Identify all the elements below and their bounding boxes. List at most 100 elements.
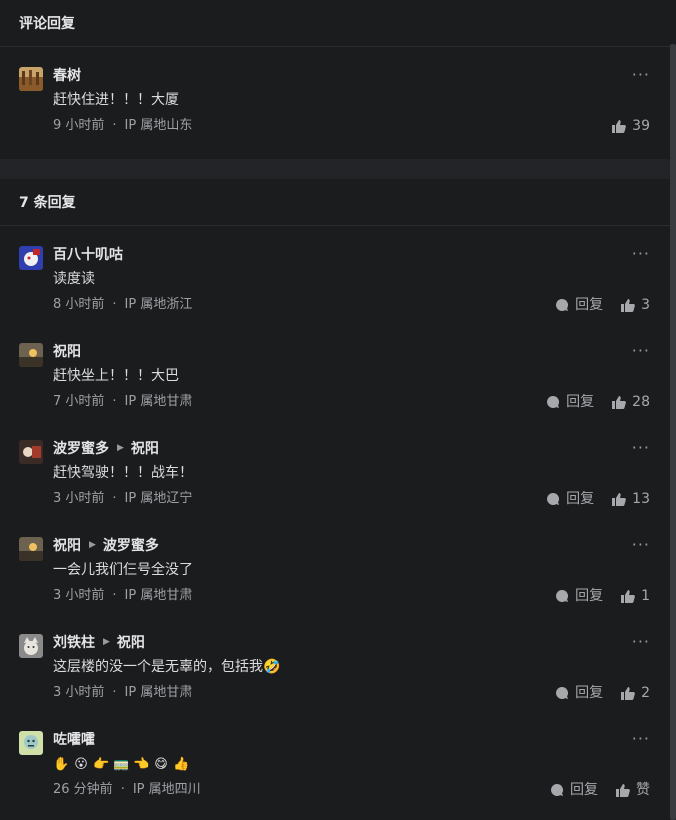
comment-reply-panel: 评论回复 春树 ··· 赶快住进！！！大厦 9 小时前 · IP 属地山东 39 (0, 0, 676, 820)
avatar[interactable] (19, 246, 43, 270)
reply-button[interactable]: 回复 (555, 586, 603, 606)
more-options-icon[interactable]: ··· (632, 65, 650, 85)
like-count: 13 (632, 491, 650, 507)
avatar[interactable] (19, 67, 43, 91)
like-button[interactable]: 28 (612, 392, 650, 412)
thumbs-up-icon (616, 783, 630, 797)
reply-username[interactable]: 祝阳 (53, 341, 81, 361)
surprised-face-emoji: 😮 (74, 757, 88, 772)
point-right-emoji: 👉 (93, 757, 110, 772)
reply-username[interactable]: 祝阳 (53, 535, 81, 555)
reply-ip: IP 属地四川 (132, 782, 201, 797)
thumbs-up-icon (621, 298, 635, 312)
main-comment: 春树 ··· 赶快住进！！！大厦 9 小时前 · IP 属地山东 39 (0, 47, 670, 159)
scrollbar-thumb[interactable] (670, 44, 676, 820)
like-button[interactable]: 1 (621, 586, 650, 606)
reply-text: 读度读 (53, 271, 95, 287)
reply-to-username[interactable]: 祝阳 (117, 632, 145, 652)
like-count: 3 (641, 297, 650, 313)
reply-emoji-text: ✋ 😮 👉 🚃 👈 😋 👍 (53, 754, 650, 774)
avatar[interactable] (19, 343, 43, 367)
reply-to-arrow-icon: ▶ (117, 443, 124, 453)
comment-bubble-icon (547, 492, 560, 505)
like-button[interactable]: 13 (612, 489, 650, 509)
reply-text: 赶快驾驶！！！战车！ (53, 465, 193, 481)
comment-username[interactable]: 春树 (53, 65, 81, 85)
reply-to-arrow-icon: ▶ (89, 540, 96, 550)
like-button[interactable]: 2 (621, 683, 650, 703)
reply-label: 回复 (575, 588, 604, 604)
scrollbar[interactable] (670, 44, 676, 820)
more-options-icon[interactable]: ··· (632, 729, 650, 749)
thumbs-up-icon (612, 119, 627, 133)
reply-time: 8 小时前 (53, 297, 105, 312)
comment-ip: IP 属地山东 (124, 118, 193, 133)
thumbs-up-icon (621, 589, 635, 603)
like-button[interactable]: 39 (612, 116, 650, 136)
separator-dot: · (120, 782, 125, 797)
reply-to-username[interactable]: 祝阳 (131, 438, 159, 458)
reply-button[interactable]: 回复 (555, 295, 603, 315)
reply-ip: IP 属地甘肃 (124, 685, 193, 700)
yum-face-emoji: 😋 (154, 757, 168, 772)
more-options-icon[interactable]: ··· (632, 438, 650, 458)
reply-username[interactable]: 百八十叽咕 (53, 244, 123, 264)
comment-bubble-icon (556, 298, 569, 311)
thumbs-up-icon (621, 686, 635, 700)
reply-username[interactable]: 咗嚯嚯 (53, 729, 95, 749)
reply-to-arrow-icon: ▶ (103, 637, 110, 647)
comment-bubble-icon (556, 589, 569, 602)
section-divider (0, 159, 670, 179)
separator-dot: · (112, 491, 117, 506)
reply-button[interactable]: 回复 (555, 683, 603, 703)
separator-dot: · (112, 297, 117, 312)
thumbs-up-emoji: 👍 (173, 757, 190, 772)
raised-hand-emoji: ✋ (53, 757, 70, 772)
reply-item: 波罗蜜多 ▶ 祝阳 ··· 赶快驾驶！！！战车！ 3 小时前 · IP 属地辽宁 (0, 420, 670, 517)
reply-item: 咗嚯嚯 ··· ✋ 😮 👉 🚃 👈 😋 👍 26 分钟前 · IP 属地四川 回复 (0, 711, 670, 808)
reply-username[interactable]: 波罗蜜多 (53, 438, 109, 458)
reply-time: 3 小时前 (53, 491, 105, 506)
separator-dot: · (112, 394, 117, 409)
reply-button[interactable]: 回复 (546, 392, 594, 412)
avatar[interactable] (19, 440, 43, 464)
reply-time: 3 小时前 (53, 685, 105, 700)
like-count: 2 (641, 685, 650, 701)
more-options-icon[interactable]: ··· (632, 341, 650, 361)
thumbs-up-icon (612, 492, 627, 506)
tram-emoji: 🚃 (113, 757, 130, 772)
more-options-icon[interactable]: ··· (632, 535, 650, 555)
avatar[interactable] (19, 537, 43, 561)
comment-bubble-icon (547, 395, 560, 408)
avatar[interactable] (19, 634, 43, 658)
reply-time: 7 小时前 (53, 394, 105, 409)
like-button[interactable]: 赞 (616, 780, 650, 800)
like-button[interactable]: 3 (621, 295, 650, 315)
reply-text: 赶快坐上！！！大巴 (53, 368, 179, 384)
reply-to-username[interactable]: 波罗蜜多 (103, 535, 159, 555)
reply-item: 百八十叽咕 ··· 读度读 8 小时前 · IP 属地浙江 回复 3 (0, 226, 670, 323)
reply-time: 3 小时前 (53, 588, 105, 603)
reply-label: 回复 (566, 491, 595, 507)
reply-label: 回复 (575, 685, 604, 701)
more-options-icon[interactable]: ··· (632, 632, 650, 652)
like-label: 赞 (636, 782, 650, 798)
like-count: 1 (641, 588, 650, 604)
comment-time: 9 小时前 (53, 118, 105, 133)
reply-text: 这层楼的没一个是无辜的，包括我🤣 (53, 659, 281, 675)
like-count: 39 (632, 118, 650, 134)
reply-button[interactable]: 回复 (550, 780, 598, 800)
separator-dot: · (112, 118, 117, 133)
like-count: 28 (632, 394, 650, 410)
more-options-icon[interactable]: ··· (632, 244, 650, 264)
reply-time: 26 分钟前 (53, 782, 113, 797)
reply-label: 回复 (570, 782, 598, 798)
reply-ip: IP 属地甘肃 (124, 394, 193, 409)
avatar[interactable] (19, 731, 43, 755)
replies-title: 7 条回复 (0, 179, 670, 226)
reply-text: 一会儿我们仨号全没了 (53, 562, 193, 578)
reply-button[interactable]: 回复 (546, 489, 594, 509)
comment-text: 赶快住进！！！大厦 (53, 92, 179, 108)
separator-dot: · (112, 685, 117, 700)
reply-username[interactable]: 刘铁柱 (53, 632, 95, 652)
